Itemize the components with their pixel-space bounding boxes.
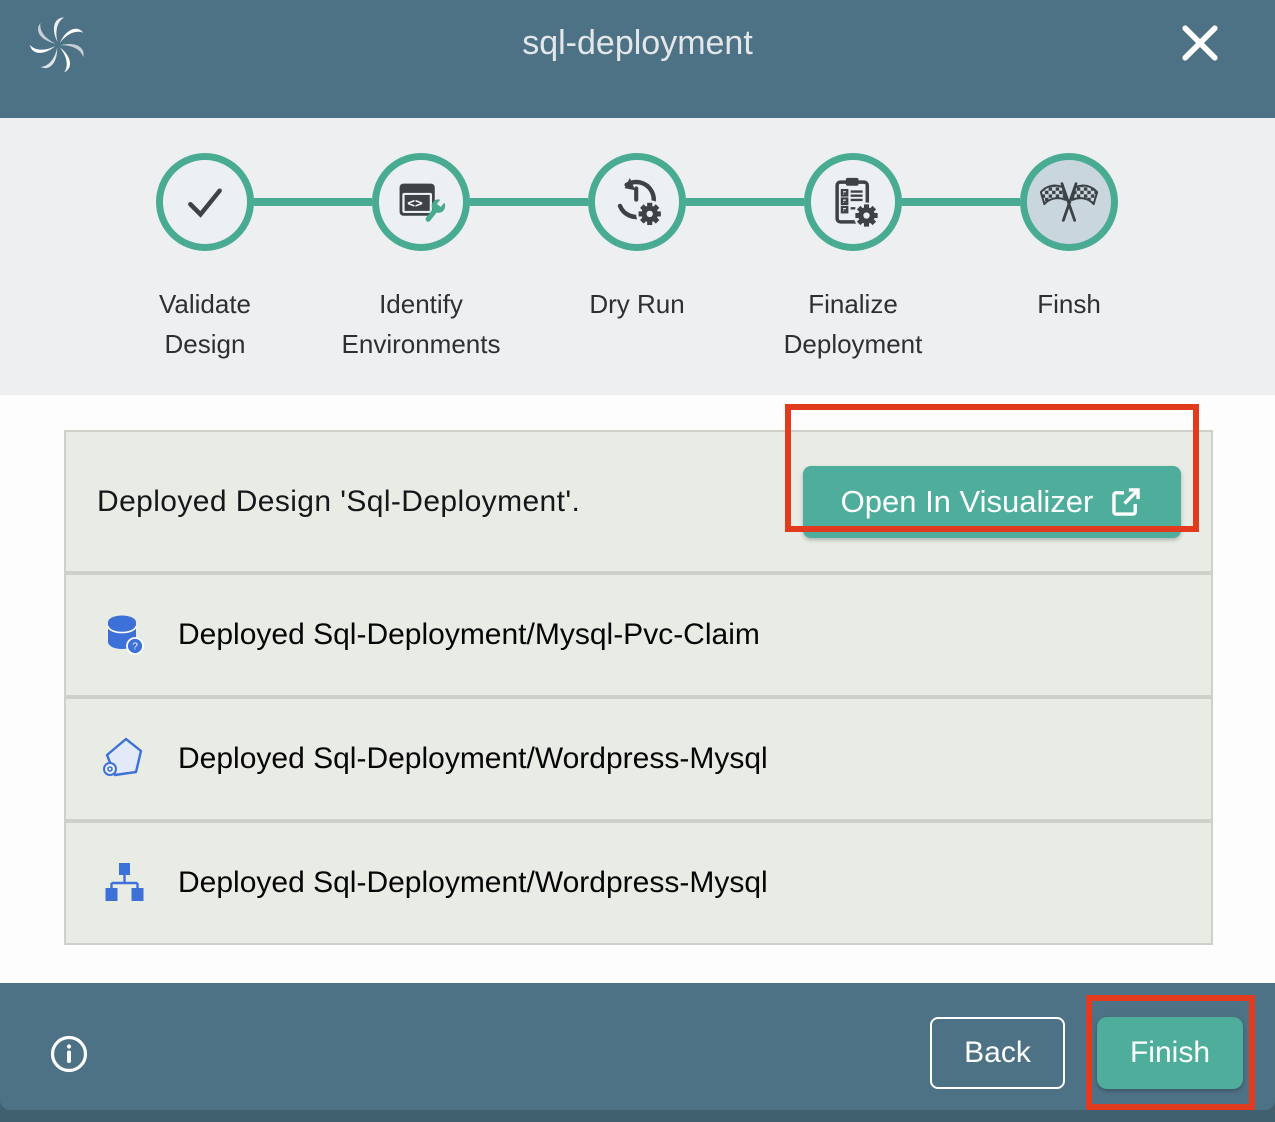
database-icon: ? (102, 612, 146, 658)
list-item-text: Deployed Sql-Deployment/Mysql-Pvc-Claim (178, 618, 760, 652)
close-button[interactable] (1177, 20, 1223, 66)
wizard-stepper: Validate Design <> Identify Environments (0, 118, 1275, 395)
pentagon-icon (102, 736, 146, 782)
dialog-title: sql-deployment (0, 24, 1275, 63)
svg-text:<>: <> (407, 197, 423, 212)
finish-button[interactable]: Finish (1097, 1017, 1243, 1089)
step-label: Validate Design (119, 284, 291, 364)
info-button[interactable] (49, 1034, 89, 1074)
list-item-pvc-claim: ? Deployed Sql-Deployment/Mysql-Pvc-Clai… (66, 575, 1211, 695)
deployment-results-list: Deployed Design 'Sql-Deployment'. Open I… (64, 430, 1213, 945)
step-identify-environments[interactable]: <> Identify Environments (313, 118, 529, 364)
list-item-text: Deployed Sql-Deployment/Wordpress-Mysql (178, 866, 768, 900)
list-item-text: Deployed Sql-Deployment/Wordpress-Mysql (178, 742, 768, 776)
dialog-header: sql-deployment (0, 0, 1275, 118)
deployed-design-row: Deployed Design 'Sql-Deployment'. Open I… (66, 432, 1211, 571)
deployed-design-message: Deployed Design 'Sql-Deployment'. (97, 432, 580, 571)
step-dry-run[interactable]: Dry Run (529, 118, 745, 324)
step-finish[interactable]: Finsh (961, 118, 1177, 324)
close-icon (1177, 20, 1223, 66)
step-validate-design[interactable]: Validate Design (97, 118, 313, 364)
history-gear-icon (610, 175, 664, 229)
back-button[interactable]: Back (930, 1017, 1065, 1089)
step-label: Identify Environments (335, 284, 507, 364)
check-icon (178, 175, 232, 229)
deployment-wizard-dialog: sql-deployment Validate Design (0, 0, 1275, 1110)
hierarchy-icon (102, 860, 146, 906)
info-icon (49, 1034, 89, 1074)
list-item-wordpress-mysql-app: Deployed Sql-Deployment/Wordpress-Mysql (66, 699, 1211, 819)
external-link-icon (1109, 485, 1143, 519)
code-wrench-icon: <> (395, 176, 447, 228)
step-label: Finsh (983, 284, 1155, 324)
step-label: Finalize Deployment (767, 284, 939, 364)
open-in-visualizer-button[interactable]: Open In Visualizer (803, 466, 1181, 538)
results-panel: Deployed Design 'Sql-Deployment'. Open I… (0, 395, 1275, 983)
step-label: Dry Run (551, 284, 723, 324)
open-in-visualizer-label: Open In Visualizer (841, 484, 1094, 520)
clipboard-gear-icon (826, 175, 880, 229)
list-item-wordpress-mysql-tree: Deployed Sql-Deployment/Wordpress-Mysql (66, 823, 1211, 943)
dialog-footer: Back Finish (0, 983, 1275, 1110)
finish-flags-icon (1038, 176, 1100, 228)
step-finalize-deployment[interactable]: Finalize Deployment (745, 118, 961, 364)
svg-text:?: ? (132, 642, 138, 653)
